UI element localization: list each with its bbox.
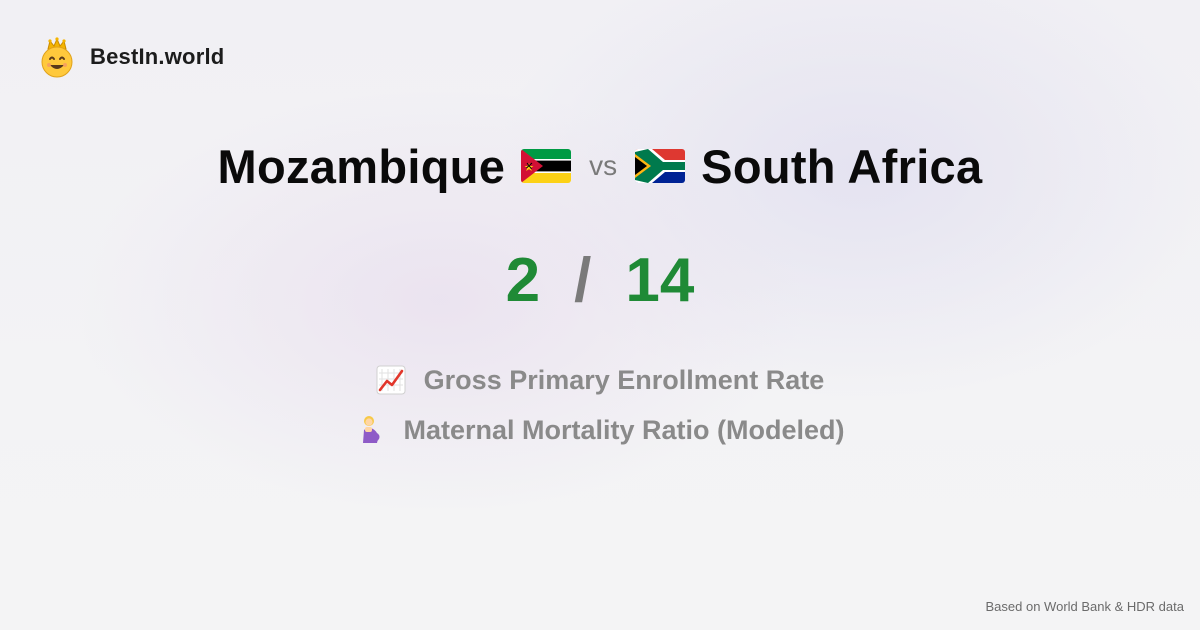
brand[interactable]: BestIn.world bbox=[38, 36, 224, 78]
metric-label: Gross Primary Enrollment Rate bbox=[423, 364, 825, 395]
right-country-name: South Africa bbox=[701, 139, 983, 193]
crowned-smiley-icon bbox=[41, 37, 73, 78]
vs-label: vs bbox=[589, 150, 618, 181]
metric-item: Maternal Mortality Ratio (Modeled) bbox=[355, 412, 845, 448]
metric-item: Gross Primary Enrollment Rate bbox=[376, 362, 825, 398]
score: 2 / 14 bbox=[0, 244, 1200, 316]
comparison-title: Mozambique vs South Africa bbox=[0, 134, 1200, 198]
left-score: 2 bbox=[505, 245, 541, 315]
mozambique-flag-icon bbox=[521, 149, 572, 183]
brand-name: BestIn.world bbox=[90, 44, 225, 69]
right-score: 14 bbox=[625, 245, 695, 315]
pregnant-woman-icon bbox=[363, 416, 380, 443]
metrics-list: Gross Primary Enrollment Rate Maternal M… bbox=[0, 362, 1200, 448]
score-separator: / bbox=[574, 245, 592, 315]
chart-increasing-icon bbox=[376, 365, 406, 395]
left-country-name: Mozambique bbox=[217, 139, 506, 193]
metric-label: Maternal Mortality Ratio (Modeled) bbox=[403, 414, 845, 445]
data-source-note: Based on World Bank & HDR data bbox=[985, 599, 1184, 614]
south-africa-flag-icon bbox=[635, 149, 686, 183]
